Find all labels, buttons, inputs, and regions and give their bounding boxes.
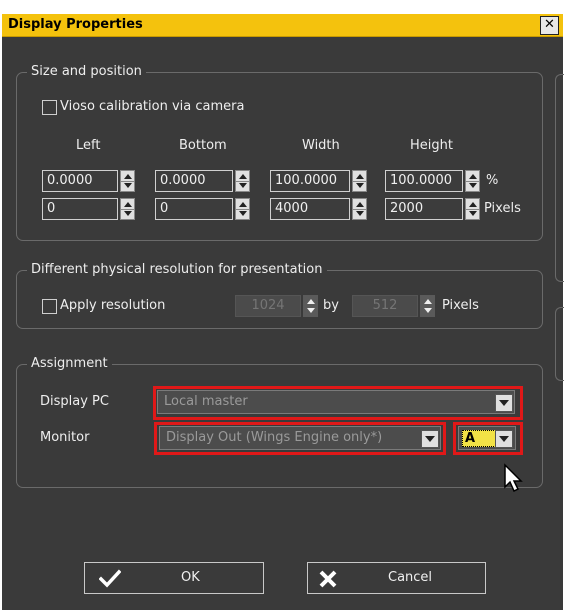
width-percent-spinner[interactable]	[352, 170, 367, 192]
checkmark-icon	[99, 569, 121, 588]
ok-button-label: OK	[181, 570, 200, 585]
vioso-calibration-checkbox[interactable]	[42, 100, 57, 115]
height-pixels-input[interactable]: 2000	[385, 198, 463, 220]
close-button[interactable]: ✕	[540, 16, 559, 35]
cancel-button-label: Cancel	[388, 570, 433, 585]
column-header-left: Left	[76, 138, 101, 153]
size-position-legend: Size and position	[27, 64, 146, 79]
column-header-width: Width	[302, 138, 340, 153]
vioso-calibration-label: Vioso calibration via camera	[60, 99, 245, 114]
ok-button[interactable]: OK	[84, 562, 264, 594]
resolution-width-spinner[interactable]	[303, 295, 318, 317]
x-icon	[319, 570, 337, 588]
resolution-unit-label: Pixels	[442, 298, 479, 313]
width-pixels-spinner[interactable]	[352, 198, 367, 220]
width-percent-input[interactable]: 100.0000	[270, 170, 350, 192]
by-label: by	[323, 298, 339, 313]
bottom-pixels-input[interactable]: 0	[155, 198, 233, 220]
resolution-width-input[interactable]: 1024	[235, 295, 301, 317]
cancel-button[interactable]: Cancel	[307, 562, 486, 594]
monitor-label: Monitor	[40, 430, 90, 445]
left-pixels-input[interactable]: 0	[42, 198, 118, 220]
resolution-height-spinner[interactable]	[420, 295, 435, 317]
percent-unit-label: %	[486, 173, 499, 188]
apply-resolution-label: Apply resolution	[60, 298, 166, 313]
side-panel-top	[555, 74, 564, 282]
left-percent-input[interactable]: 0.0000	[42, 170, 118, 192]
display-pc-label: Display PC	[40, 394, 109, 409]
physical-resolution-legend: Different physical resolution for presen…	[27, 262, 327, 277]
pixels-unit-label: Pixels	[484, 201, 521, 216]
window-title: Display Properties	[8, 17, 143, 32]
display-properties-dialog: Display Properties ✕ Size and position V…	[2, 14, 564, 610]
assignment-legend: Assignment	[27, 356, 112, 371]
apply-resolution-checkbox[interactable]	[42, 299, 57, 314]
height-percent-input[interactable]: 100.0000	[385, 170, 463, 192]
left-pixels-spinner[interactable]	[120, 198, 135, 220]
output-highlight	[453, 422, 523, 455]
monitor-highlight	[154, 422, 446, 455]
height-pixels-spinner[interactable]	[465, 198, 480, 220]
bottom-percent-input[interactable]: 0.0000	[155, 170, 233, 192]
resolution-height-input[interactable]: 512	[352, 295, 418, 317]
left-percent-spinner[interactable]	[120, 170, 135, 192]
mouse-cursor-icon	[504, 463, 523, 493]
width-pixels-input[interactable]: 4000	[270, 198, 350, 220]
title-bar[interactable]: Display Properties ✕	[2, 14, 563, 37]
column-header-height: Height	[410, 138, 453, 153]
bottom-percent-spinner[interactable]	[235, 170, 250, 192]
side-panel-bottom	[555, 307, 564, 381]
bottom-pixels-spinner[interactable]	[235, 198, 250, 220]
column-header-bottom: Bottom	[179, 138, 227, 153]
display-pc-highlight	[153, 386, 523, 420]
height-percent-spinner[interactable]	[465, 170, 480, 192]
